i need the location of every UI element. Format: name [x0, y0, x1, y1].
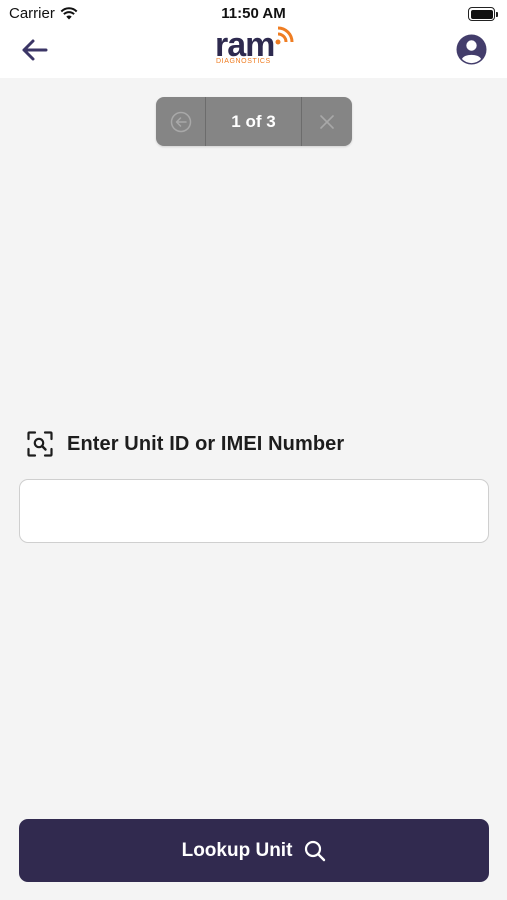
lookup-unit-button[interactable]: Lookup Unit [19, 819, 489, 882]
app-header: ram DIAGNOSTICS [0, 26, 507, 78]
pager-prev-button[interactable] [156, 97, 206, 146]
logo-subtext: DIAGNOSTICS [216, 58, 271, 65]
search-icon [305, 840, 326, 861]
ram-logo: ram DIAGNOSTICS [212, 24, 312, 72]
battery-icon [468, 7, 498, 21]
status-time: 11:50 AM [221, 5, 286, 22]
unit-id-input[interactable] [19, 479, 489, 543]
signal-waves-icon [275, 26, 294, 45]
back-button[interactable] [16, 32, 52, 68]
pager-count-label: 1 of 3 [206, 97, 302, 146]
lookup-unit-label: Lookup Unit [181, 839, 293, 861]
close-icon [320, 114, 334, 129]
pager-control: 1 of 3 [156, 97, 352, 146]
circle-arrow-left-icon [170, 111, 191, 132]
pager-close-button[interactable] [302, 97, 352, 146]
profile-button[interactable] [453, 31, 489, 67]
arrow-left-icon [22, 39, 48, 61]
unit-id-label-row: Enter Unit ID or IMEI Number [26, 429, 344, 459]
unit-id-label: Enter Unit ID or IMEI Number [67, 432, 345, 455]
user-circle-icon [456, 34, 486, 64]
scan-search-icon [26, 430, 54, 458]
screen: Carrier 11:50 AM ram DIAGNOSTICS 1 of 3 … [0, 0, 507, 900]
